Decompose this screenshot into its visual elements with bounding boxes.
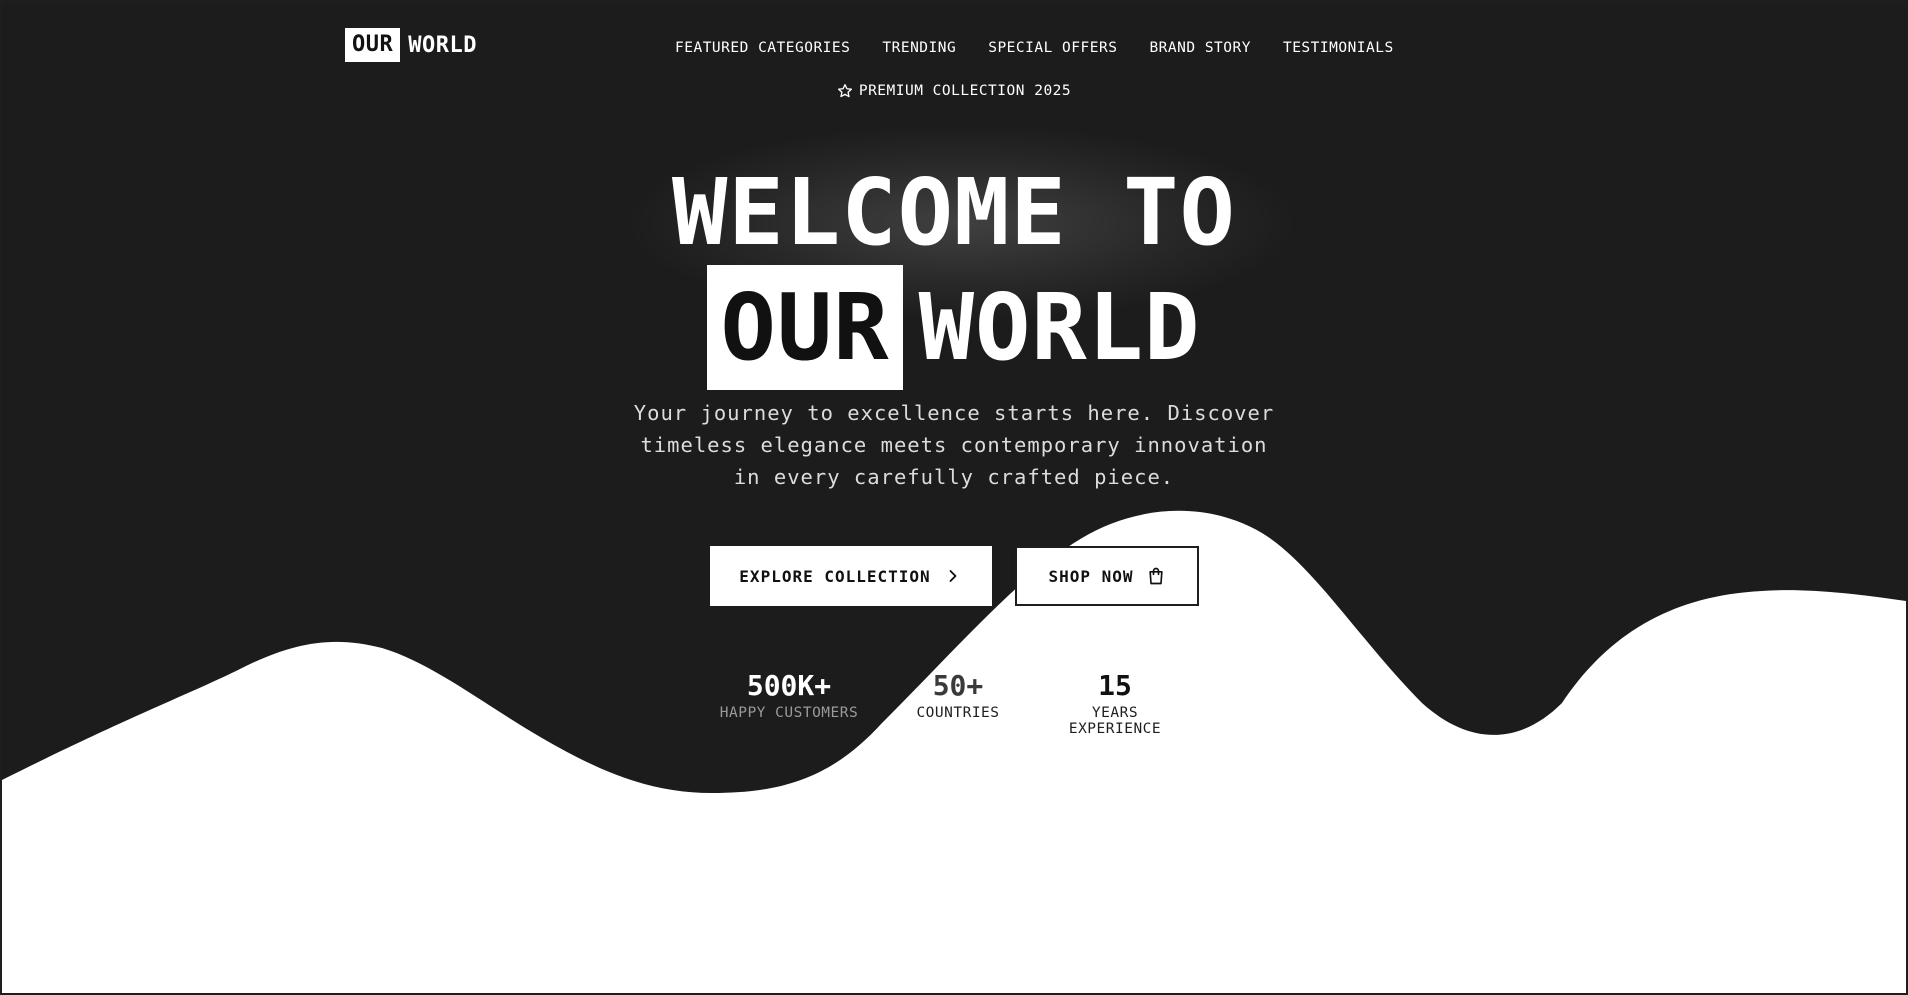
- stat-countries: 50+ COUNTRIES: [908, 669, 1008, 722]
- stat-label: COUNTRIES: [916, 705, 1000, 721]
- stat-value: 500K+: [746, 669, 832, 702]
- logo[interactable]: OUR WORLD: [345, 28, 477, 62]
- nav-item: FEATURED CATEGORIES: [675, 37, 850, 56]
- premium-badge-label: PREMIUM COLLECTION 2025: [858, 83, 1072, 99]
- nav-item: SPECIAL OFFERS: [988, 37, 1117, 56]
- hero-subtitle: Your journey to excellence starts here. …: [633, 401, 1275, 489]
- hero-title-line2: OUR WORLD: [2, 265, 1906, 390]
- explore-collection-label: EXPLORE COLLECTION: [739, 566, 931, 586]
- hero-title-highlight: OUR: [707, 265, 903, 390]
- chevron-right-icon: [949, 570, 957, 582]
- shopping-bag-icon: [1148, 567, 1163, 585]
- logo-our: OUR: [345, 28, 401, 62]
- logo-world: WORLD: [408, 32, 477, 58]
- shop-now-button[interactable]: SHOP NOW: [1015, 546, 1199, 606]
- stat-label: YEARS EXPERIENCE: [1068, 705, 1162, 737]
- stat-value: 15: [1098, 669, 1132, 702]
- nav-link-special-offers[interactable]: SPECIAL OFFERS: [988, 40, 1117, 56]
- page: OUR WORLD FEATURED CATEGORIES TRENDING S…: [0, 0, 1908, 995]
- shop-now-label: SHOP NOW: [1048, 566, 1134, 586]
- nav-item: TRENDING: [882, 37, 956, 56]
- stat-years-experience: 15 YEARS EXPERIENCE: [1042, 669, 1188, 738]
- nav-item: TESTIMONIALS: [1283, 37, 1394, 56]
- nav-item: BRAND STORY: [1149, 37, 1251, 56]
- stat-value: 50+: [932, 669, 984, 702]
- hero-title-line1: WELCOME TO: [672, 159, 1236, 266]
- stat-label: HAPPY CUSTOMERS: [719, 705, 859, 721]
- explore-collection-button[interactable]: EXPLORE COLLECTION: [710, 546, 992, 606]
- nav-link-featured-categories[interactable]: FEATURED CATEGORIES: [675, 40, 850, 56]
- premium-badge: PREMIUM COLLECTION 2025: [2, 83, 1906, 99]
- star-icon: [837, 84, 852, 98]
- nav-link-testimonials[interactable]: TESTIMONIALS: [1283, 40, 1394, 56]
- nav-link-brand-story[interactable]: BRAND STORY: [1149, 40, 1251, 56]
- stat-happy-customers: 500K+ HAPPY CUSTOMERS: [716, 669, 862, 722]
- main-nav: FEATURED CATEGORIES TRENDING SPECIAL OFF…: [675, 37, 1394, 56]
- hero-title-rest: WORLD: [918, 273, 1201, 381]
- nav-link-trending[interactable]: TRENDING: [882, 40, 956, 56]
